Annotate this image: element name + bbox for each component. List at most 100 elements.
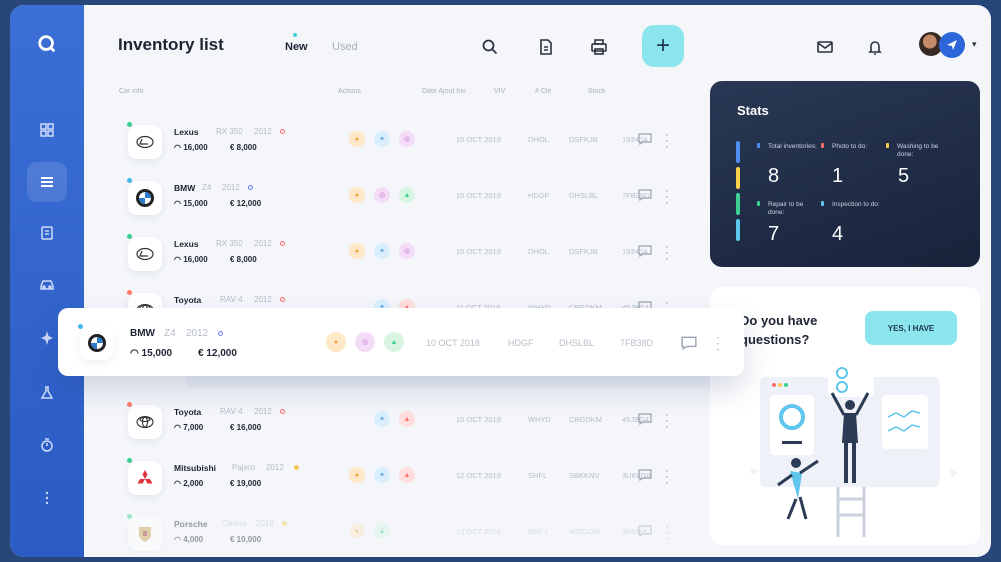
col-header-car-info[interactable]: Car info: [119, 88, 144, 95]
col-header-vin[interactable]: VIV: [494, 88, 505, 95]
stat-marker: [821, 143, 824, 148]
color-dot: [280, 241, 285, 246]
mitsubishi-logo-icon: [128, 461, 162, 495]
table-row[interactable]: Toyota RAV 4 2012 ◠ 7,000 € 16,000 ✦ ▲ 1…: [118, 399, 698, 447]
table-row[interactable]: Porsche Carera 2018 ◠ 4,000 € 10,000 ● ▲…: [118, 511, 698, 557]
action-wash-icon[interactable]: ●: [349, 243, 365, 259]
more-options-icon[interactable]: ···: [664, 408, 670, 432]
speedometer-icon: ◠: [174, 143, 184, 152]
speedometer-icon: ◠: [174, 199, 184, 208]
sidebar-item-timer[interactable]: [32, 430, 62, 460]
comment-icon[interactable]: [638, 413, 652, 425]
date-cell: 12 OCT 2018: [456, 471, 501, 480]
comment-icon[interactable]: [638, 189, 652, 201]
action-photo-icon[interactable]: ◎: [399, 243, 415, 259]
stat-value: 7: [768, 223, 780, 245]
export-document-icon[interactable]: [534, 35, 558, 59]
cle-cell: WGCLVK: [569, 527, 601, 536]
sidebar-item-documents[interactable]: [32, 218, 62, 248]
vin-cell: HDGF: [528, 191, 550, 200]
action-wash-icon[interactable]: ●: [326, 332, 346, 352]
stat-label: Total inventories:: [768, 143, 817, 150]
km-value: 15,000: [141, 348, 173, 359]
stats-bar-yellow: [736, 167, 740, 189]
comment-icon[interactable]: [638, 133, 652, 145]
color-dot: [294, 465, 299, 470]
color-dot: [280, 297, 285, 302]
car-price: € 12,000: [198, 348, 237, 359]
car-model: RAV 4: [220, 407, 243, 416]
sidebar-item-cars[interactable]: [32, 269, 62, 299]
comment-icon[interactable]: [638, 469, 652, 481]
flask-icon: [40, 386, 54, 399]
action-wash-icon[interactable]: ●: [349, 523, 365, 539]
table-row[interactable]: Lexus RX 350 2012 ◠ 16,000 € 8,000 ● ✦ ◎…: [118, 231, 698, 279]
stat-marker: [821, 201, 824, 206]
km-value: 4,000: [183, 535, 204, 544]
comment-icon[interactable]: [638, 525, 652, 537]
sidebar-item-dashboard[interactable]: [32, 115, 62, 145]
km-value: 15,000: [183, 199, 208, 208]
speedometer-icon: ◠: [174, 535, 184, 544]
comment-icon[interactable]: [638, 245, 652, 257]
comment-icon[interactable]: [681, 336, 697, 350]
more-options-icon[interactable]: ···: [664, 520, 670, 544]
more-options-icon[interactable]: ···: [664, 464, 670, 488]
sidebar-item-inventory[interactable]: [27, 162, 67, 202]
car-make: Lexus: [174, 127, 199, 137]
chevron-down-icon[interactable]: ▾: [972, 39, 977, 50]
table-row[interactable]: Mitsubishi Pajero 2012 ◠ 2,000 € 19,000 …: [118, 455, 698, 503]
action-repair-icon[interactable]: ✦: [374, 243, 390, 259]
cle-cell: CBGDKM: [569, 415, 602, 424]
yes-i-have-button[interactable]: YES, I HAVE: [865, 311, 957, 345]
action-photo-icon[interactable]: ◎: [399, 131, 415, 147]
action-photo-icon[interactable]: ◎: [355, 332, 375, 352]
tab-new[interactable]: New: [285, 41, 308, 53]
col-header-date[interactable]: Date Ajout Inv.: [422, 88, 467, 95]
km-value: 2,000: [183, 479, 204, 488]
bell-icon[interactable]: [863, 35, 887, 59]
add-vehicle-button[interactable]: +: [642, 25, 684, 67]
action-inspect-icon[interactable]: ▲: [399, 411, 415, 427]
car-year: 2012: [254, 295, 272, 304]
action-wash-icon[interactable]: ●: [349, 467, 365, 483]
app-logo-icon[interactable]: [36, 33, 58, 55]
search-icon[interactable]: [478, 35, 502, 59]
action-inspect-icon[interactable]: ▲: [384, 332, 404, 352]
action-repair-icon[interactable]: ✦: [374, 467, 390, 483]
col-header-stock[interactable]: Stock: [588, 88, 606, 95]
cle-cell: DHSLBL: [569, 191, 599, 200]
action-inspect-icon[interactable]: ▲: [399, 467, 415, 483]
action-wash-icon[interactable]: ●: [349, 187, 365, 203]
bmw-logo-icon: [128, 181, 162, 215]
action-inspect-icon[interactable]: ▲: [374, 523, 390, 539]
col-header-actions[interactable]: Actions: [338, 88, 361, 95]
toyota-logo-icon: [128, 405, 162, 439]
action-photo-icon[interactable]: ◎: [374, 187, 390, 203]
car-km: ◠ 4,000: [174, 535, 203, 544]
speedometer-icon: ◠: [174, 255, 184, 264]
action-inspect-icon[interactable]: ▲: [399, 187, 415, 203]
send-avatar-icon[interactable]: [939, 32, 965, 58]
help-card: Do you have questions? YES, I HAVE: [710, 287, 980, 545]
car-make: BMW: [174, 183, 196, 193]
stats-bar-blue: [736, 141, 740, 163]
more-options-icon[interactable]: ···: [664, 240, 670, 264]
printer-icon[interactable]: [587, 35, 611, 59]
mail-icon[interactable]: [813, 35, 837, 59]
action-repair-icon[interactable]: ✦: [374, 131, 390, 147]
action-repair-icon[interactable]: ✦: [374, 411, 390, 427]
more-options-icon[interactable]: ···: [664, 128, 670, 152]
more-options-icon[interactable]: ···: [664, 184, 670, 208]
floating-row-bmw[interactable]: BMW Z4 2012 ◠ 15,000 € 12,000 ● ◎ ▲ 10 O…: [58, 308, 744, 376]
table-row[interactable]: Lexus RX 350 2012 ◠ 16,000 € 8,000 ● ✦ ◎…: [118, 119, 698, 167]
sidebar-item-lab[interactable]: [32, 378, 62, 408]
tab-used[interactable]: Used: [332, 41, 358, 53]
table-row[interactable]: BMW Z4 2012 ◠ 15,000 € 12,000 ● ◎ ▲ 10 O…: [118, 175, 698, 223]
car-model: Carera: [222, 519, 247, 528]
more-options-icon[interactable]: ···: [715, 331, 721, 355]
col-header-cle[interactable]: # Cle: [535, 88, 551, 95]
car-km: ◠ 15,000: [174, 199, 208, 208]
sidebar-more-icon[interactable]: [32, 483, 62, 513]
action-wash-icon[interactable]: ●: [349, 131, 365, 147]
